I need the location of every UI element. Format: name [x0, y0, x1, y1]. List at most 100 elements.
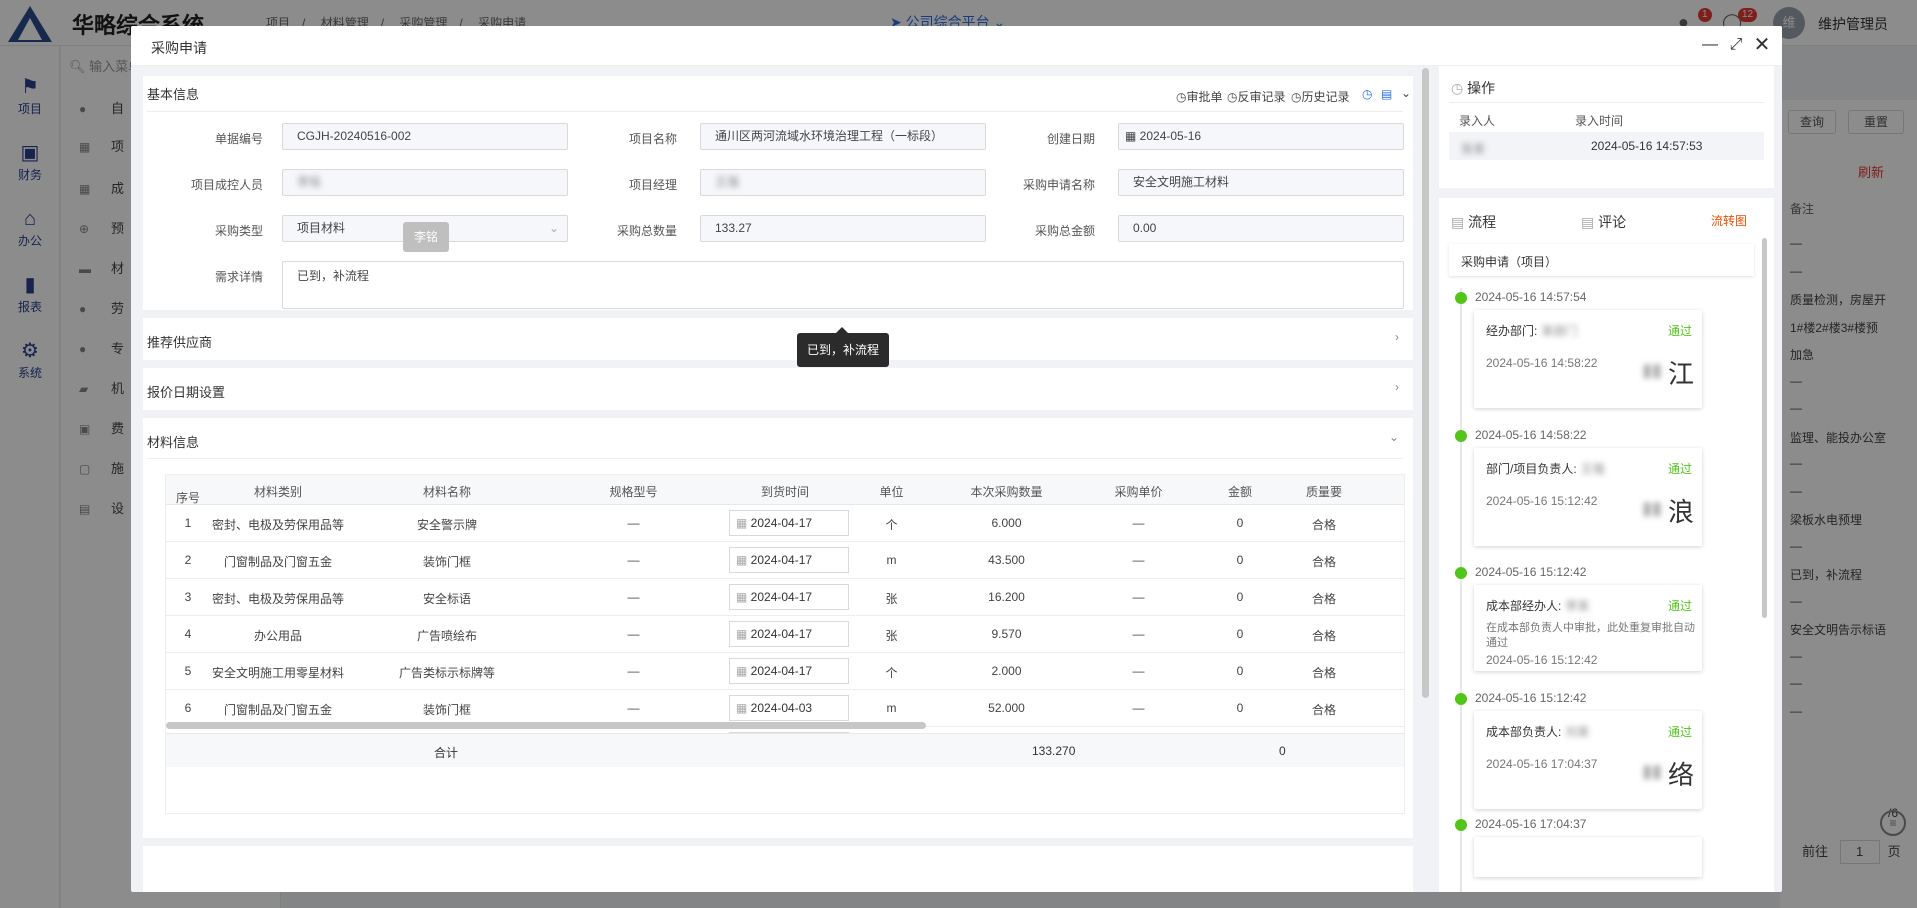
- arrival-date-input[interactable]: ▦ 2024-04-03: [729, 695, 849, 721]
- project-name-field[interactable]: 通川区两河流域水环境治理工程（一标段）: [700, 123, 986, 150]
- time-icon[interactable]: ◷: [1362, 87, 1372, 101]
- node-sub-time: 2024-05-16 14:58:22: [1486, 356, 1598, 370]
- maximize-icon[interactable]: ⤢: [1725, 34, 1747, 56]
- table-cell: 3: [184, 590, 192, 604]
- table-cell: 张: [885, 592, 898, 606]
- flow-name-box: 采购申请（项目）: [1449, 244, 1754, 276]
- field-label: 项目成控人员: [190, 178, 263, 192]
- flow-scrollbar[interactable]: [1762, 238, 1767, 618]
- table-cell: 密封、电极及劳保用品等: [211, 518, 344, 532]
- timeline-dot: [1455, 292, 1467, 304]
- node-role: 经办部门: 某部门: [1486, 322, 1577, 339]
- table-cell: 0: [1236, 664, 1244, 678]
- vertical-scrollbar[interactable]: [1422, 68, 1429, 698]
- table-cell: m: [886, 553, 897, 567]
- project-manager-field[interactable]: 王强: [700, 169, 986, 196]
- timeline-dot: [1455, 567, 1467, 579]
- doc-icon: ▤: [1451, 214, 1469, 230]
- table-cell: 合格: [1311, 629, 1336, 643]
- table-row: 2 门窗制品及门窗五金 装饰门框 — ▦ 2024-04-17 m 43.500 — 0 合格: [166, 542, 1404, 579]
- table-cell: —: [1132, 627, 1145, 641]
- flow-card: ▤ 流程 ▤ 评论 流转图 采购申请（项目） 2024-05-16 14:57:…: [1439, 198, 1774, 892]
- node-sub-time: 2024-05-16 15:12:42: [1486, 494, 1598, 508]
- chevron-down-icon[interactable]: ⌄: [1389, 430, 1399, 444]
- table-cell: 广告类标示标牌等: [398, 666, 495, 680]
- date-value: 2024-04-17: [750, 627, 813, 641]
- table-cell: 密封、电极及劳保用品等: [211, 592, 344, 606]
- doc-icon: ▤: [1581, 214, 1599, 230]
- create-date-field[interactable]: ▦ 2024-05-16: [1118, 123, 1404, 150]
- history-record-link[interactable]: ◷历史记录: [1291, 88, 1350, 105]
- total-amount-field[interactable]: 0.00: [1118, 215, 1404, 242]
- detail-textarea[interactable]: 已到，补流程: [282, 261, 1404, 309]
- field-label: 采购申请名称: [1022, 178, 1095, 192]
- field-label: 采购总金额: [1034, 224, 1095, 238]
- date-value: 2024-04-17: [750, 664, 813, 678]
- date-value: 2024-04-17: [750, 590, 813, 604]
- tab-comment[interactable]: ▤ 评论: [1581, 212, 1626, 232]
- flow-chart-link[interactable]: 流转图: [1711, 212, 1747, 229]
- approval-sheet-link[interactable]: ◷审批单: [1176, 88, 1223, 105]
- arrival-date-input[interactable]: ▦ 2024-04-17: [729, 584, 849, 610]
- table-cell: —: [1132, 701, 1145, 715]
- arrival-date-input[interactable]: ▦ 2024-04-17: [729, 510, 849, 536]
- table-cell: 4: [184, 627, 192, 641]
- tab-flow[interactable]: ▤ 流程: [1451, 212, 1496, 232]
- detail-tooltip: 已到，补流程: [797, 333, 889, 367]
- quote-date-section[interactable]: 报价日期设置 ›: [143, 368, 1413, 410]
- chevron-down-icon[interactable]: ⌄: [1401, 86, 1411, 100]
- document-icon[interactable]: ▤: [1381, 87, 1392, 101]
- arrival-date-input[interactable]: ▦ 2024-04-17: [729, 621, 849, 647]
- table-cell: 合格: [1311, 666, 1336, 680]
- node-sub-time: 2024-05-16 17:04:37: [1486, 757, 1598, 771]
- total-label: 合计: [434, 746, 459, 760]
- arrival-date-input[interactable]: ▦ 2024-04-17: [729, 547, 849, 573]
- clock-icon: ◷: [1451, 80, 1468, 96]
- close-icon[interactable]: ✕: [1751, 34, 1773, 56]
- clock-icon: ◷: [1176, 90, 1187, 104]
- doc-number-field[interactable]: CGJH-20240516-002: [282, 123, 568, 150]
- table-cell: —: [627, 553, 640, 567]
- calendar-icon: ▦: [736, 664, 751, 678]
- field-label: 采购总数量: [616, 224, 677, 238]
- blurred-value: 李铭: [297, 175, 322, 189]
- flow-node: 部门/项目负责人: 王强 通过 2024-05-16 15:12:42 ▮▮ 浪: [1474, 448, 1702, 546]
- table-cell: 9.570: [991, 627, 1022, 641]
- column-header: 序号: [175, 491, 200, 505]
- operation-card: ◷ 操作 录入人 录入时间 张某 2024-05-16 14:57:53: [1439, 66, 1774, 188]
- date-value: 2024-04-03: [750, 701, 813, 715]
- entry-time: 2024-05-16 14:57:53: [1591, 139, 1703, 153]
- table-cell: m: [886, 701, 897, 715]
- horizontal-scrollbar[interactable]: [166, 722, 926, 729]
- table-cell: 合格: [1311, 592, 1336, 606]
- table-cell: 16.200: [988, 590, 1025, 604]
- form-pane: 基本信息 ◷审批单 ◷反审记录 ◷历史记录 ◷ ▤ ⌄ 单据编号 CGJH-20…: [131, 66, 1421, 892]
- supplier-section[interactable]: 推荐供应商 ›: [143, 318, 1413, 360]
- table-cell: 5: [184, 664, 192, 678]
- request-name-field[interactable]: 安全文明施工材料: [1118, 169, 1404, 196]
- date-value: 2024-04-17: [750, 553, 813, 567]
- node-role: 成本部负责人: 刘某: [1486, 723, 1589, 740]
- table-cell: 52.000: [988, 701, 1025, 715]
- total-quantity-field[interactable]: 133.27: [700, 215, 986, 242]
- flow-node: 经办部门: 某部门 通过 2024-05-16 14:58:22 ▮▮ 江: [1474, 310, 1702, 408]
- arrival-date-input[interactable]: ▦ 2024-04-17: [729, 658, 849, 684]
- blurred-person: 某部门: [1541, 324, 1578, 338]
- table-cell: 合格: [1311, 703, 1336, 717]
- reverse-record-link[interactable]: ◷反审记录: [1227, 88, 1286, 105]
- table-cell: 合格: [1311, 518, 1336, 532]
- signature-image: 江: [1667, 360, 1694, 390]
- clock-icon: ◷: [1227, 90, 1238, 104]
- purchase-request-modal: 采购申请 — ⤢ ✕ 基本信息 ◷审批单 ◷反审记录 ◷历史记录 ◷ ▤ ⌄ 单…: [131, 26, 1782, 892]
- role-label: 成本部经办人:: [1486, 599, 1562, 613]
- table-cell: —: [1132, 553, 1145, 567]
- table-cell: 0: [1236, 553, 1244, 567]
- node-time: 2024-05-16 14:57:54: [1475, 290, 1587, 304]
- node-time: 2024-05-16 14:58:22: [1475, 428, 1587, 442]
- role-label: 经办部门:: [1486, 324, 1538, 338]
- cost-controller-field[interactable]: 李铭: [282, 169, 568, 196]
- minimize-icon[interactable]: —: [1699, 34, 1721, 56]
- node-time: 2024-05-16 15:12:42: [1475, 691, 1587, 705]
- col-header: 录入时间: [1575, 114, 1624, 128]
- calendar-icon: ▦: [736, 701, 751, 715]
